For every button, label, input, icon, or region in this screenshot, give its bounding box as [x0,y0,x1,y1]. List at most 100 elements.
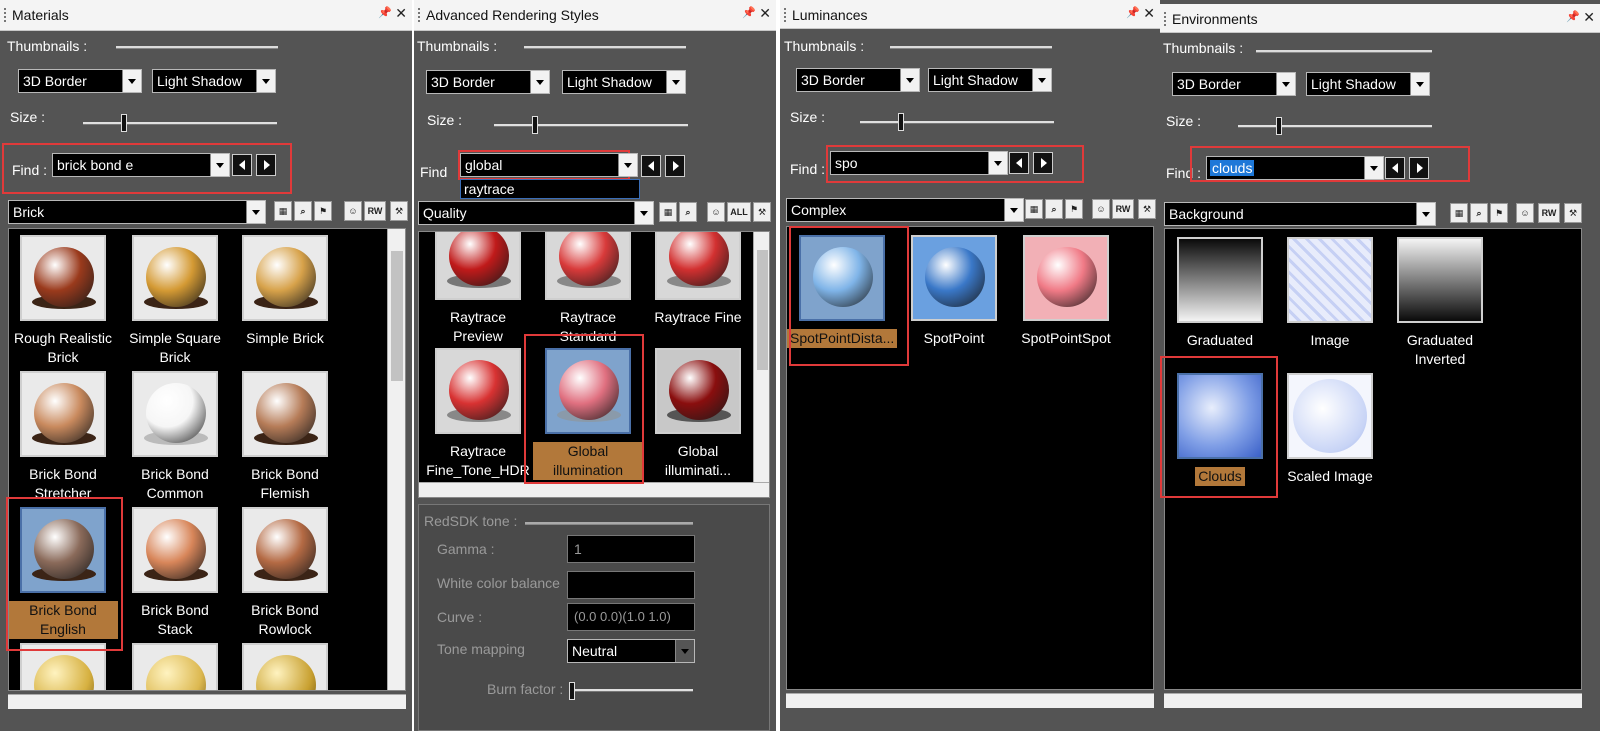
horizontal-scrollbar[interactable] [8,694,406,709]
burn-factor-slider[interactable] [569,682,693,700]
vertical-scrollbar[interactable] [753,232,769,482]
rendering-item[interactable]: Raytrace Standard [533,232,643,346]
drag-grip-icon[interactable] [1164,12,1166,26]
tools-icon[interactable]: ⚒ [390,201,408,221]
size-slider[interactable] [1238,117,1432,135]
border-style-dropdown[interactable]: 3D Border [426,70,550,94]
material-item[interactable]: Rough Realistic Brick [9,235,118,367]
environment-item[interactable]: Graduated Inverted [1385,237,1495,369]
filter-icon[interactable]: ⚑ [1065,199,1083,219]
user-library-icon[interactable]: ☺ [1092,199,1110,219]
material-item[interactable]: Simple Brick [230,235,340,348]
material-item[interactable]: Brick Bond Rowlock [230,507,340,639]
new-folder-icon[interactable]: ▦ [274,201,292,221]
material-item[interactable]: Simple Square Brick [120,235,230,367]
pin-icon[interactable]: 📌 [378,6,392,19]
chevron-down-icon[interactable] [1416,203,1435,225]
close-icon[interactable]: ✕ [1143,5,1155,22]
category-dropdown[interactable]: Brick [8,200,266,224]
pin-icon[interactable]: 📌 [1566,10,1580,23]
tools-icon[interactable]: ⚒ [1564,203,1582,223]
chevron-down-icon[interactable] [256,70,275,92]
shadow-style-dropdown[interactable]: Light Shadow [152,69,276,93]
border-style-dropdown[interactable]: 3D Border [18,69,142,93]
pin-icon[interactable]: 📌 [1126,6,1140,19]
tools-icon[interactable]: ⚒ [753,202,771,222]
horizontal-scrollbar[interactable] [1164,693,1582,708]
find-input[interactable]: global [460,153,638,177]
find-previous-button[interactable] [641,155,661,177]
rendering-item[interactable]: Global illuminati... [643,348,753,480]
drag-grip-icon[interactable] [784,8,786,22]
read-write-icon[interactable]: RW [1538,203,1560,223]
chevron-down-icon[interactable] [1276,73,1295,95]
curve-input[interactable]: (0.0 0.0)(1.0 1.0) [567,603,695,631]
new-folder-icon[interactable]: ▦ [1025,199,1043,219]
material-item[interactable]: Brick Bond Stretcher [9,371,118,503]
filter-icon[interactable]: ⚑ [314,201,332,221]
environment-item[interactable]: Graduated [1165,237,1275,350]
luminances-titlebar[interactable]: Luminances 📌 ✕ [780,0,1160,29]
user-library-icon[interactable]: ☺ [1516,203,1534,223]
scrollbar-thumb[interactable] [757,250,768,370]
tools-icon[interactable]: ⚒ [1138,199,1156,219]
find-input[interactable]: spo [830,151,1008,175]
shadow-style-dropdown[interactable]: Light Shadow [562,70,686,94]
horizontal-scrollbar[interactable] [419,482,769,497]
scrollbar-thumb[interactable] [391,251,403,381]
size-slider[interactable] [494,116,688,134]
category-dropdown[interactable]: Complex [786,198,1024,222]
find-next-button[interactable] [1033,152,1053,174]
filter-icon[interactable]: ⚑ [1490,203,1508,223]
autocomplete-suggestion[interactable]: raytrace [460,179,640,199]
find-previous-button[interactable] [1009,152,1029,174]
slider-thumb[interactable] [898,113,904,131]
environment-item[interactable]: Image [1275,237,1385,350]
chevron-down-icon[interactable] [900,69,919,91]
find-input[interactable]: clouds [1206,156,1384,180]
close-icon[interactable]: ✕ [1583,9,1595,26]
all-icon[interactable]: ALL [727,202,751,222]
rendering-item[interactable]: Raytrace Fine_Tone_HDR [423,348,533,480]
chevron-down-icon[interactable] [1364,157,1383,179]
slider-thumb[interactable] [1276,117,1282,135]
chevron-down-icon[interactable] [210,154,229,176]
horizontal-scrollbar[interactable] [786,693,1154,708]
gamma-input[interactable]: 1 [567,535,695,563]
slider-thumb[interactable] [121,114,127,132]
shadow-style-dropdown[interactable]: Light Shadow [1306,72,1430,96]
white-balance-swatch[interactable] [567,571,695,599]
chevron-down-icon[interactable] [675,640,694,662]
new-folder-icon[interactable]: ▦ [1450,203,1468,223]
tone-mapping-dropdown[interactable]: Neutral [567,639,695,663]
slider-thumb[interactable] [569,682,575,700]
border-style-dropdown[interactable]: 3D Border [1172,72,1296,96]
chevron-down-icon[interactable] [618,154,637,176]
read-write-icon[interactable]: RW [1112,199,1134,219]
material-item-partial[interactable] [120,643,230,690]
chevron-down-icon[interactable] [1032,69,1051,91]
luminance-item[interactable]: SpotPointSpot [1011,235,1121,348]
luminance-item[interactable]: SpotPoint [899,235,1009,348]
search-icon[interactable]: ⌕ [1470,203,1488,223]
find-input[interactable]: brick bond e [52,153,230,177]
chevron-down-icon[interactable] [530,71,549,93]
chevron-down-icon[interactable] [122,70,141,92]
environment-item[interactable]: Scaled Image [1275,373,1385,486]
chevron-down-icon[interactable] [246,201,265,223]
vertical-scrollbar[interactable] [387,229,405,690]
material-item[interactable]: Brick Bond Flemish [230,371,340,503]
search-icon[interactable]: ⌕ [679,202,697,222]
search-icon[interactable]: ⌕ [294,201,312,221]
rendering-item[interactable]: Raytrace Preview [423,232,533,346]
materials-titlebar[interactable]: Materials 📌 ✕ [0,0,412,31]
rendering-titlebar[interactable]: Advanced Rendering Styles 📌 ✕ [414,0,776,31]
chevron-down-icon[interactable] [1410,73,1429,95]
chevron-down-icon[interactable] [666,71,685,93]
user-library-icon[interactable]: ☺ [707,202,725,222]
border-style-dropdown[interactable]: 3D Border [796,68,920,92]
chevron-down-icon[interactable] [988,152,1007,174]
material-item-partial[interactable] [230,643,340,690]
material-item[interactable]: Brick Bond Common [120,371,230,503]
chevron-down-icon[interactable] [1004,199,1023,221]
